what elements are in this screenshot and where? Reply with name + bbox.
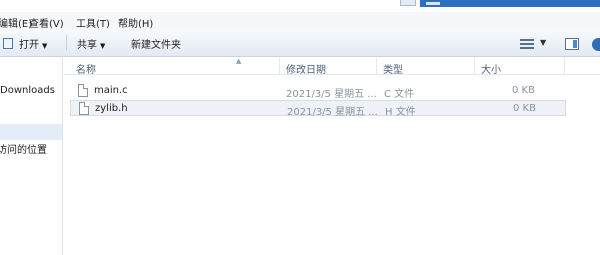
window-frame-button[interactable] — [400, 0, 416, 6]
column-size[interactable]: 大小 — [481, 61, 501, 76]
menu-tools[interactable]: 工具(T) — [76, 15, 110, 30]
column-divider[interactable] — [564, 58, 565, 75]
nav-item-recent-places[interactable]: 访问的位置 — [0, 141, 47, 156]
file-type: C 文件 — [384, 89, 415, 100]
menu-view[interactable]: 查看(V) — [29, 15, 64, 30]
nav-selection — [0, 124, 62, 140]
c-file-icon — [78, 84, 88, 97]
file-row[interactable]: main.c 2021/3/5 星期五 ... C 文件 0 KB — [70, 83, 566, 100]
sort-indicator-icon: ▲ — [236, 57, 242, 65]
h-file-icon — [79, 102, 89, 115]
new-folder-button[interactable]: 新建文件夹 — [131, 36, 181, 51]
column-header-row: ▲ 名称 修改日期 类型 大小 — [64, 57, 600, 76]
file-type: H 文件 — [385, 107, 416, 118]
preview-pane-icon[interactable] — [565, 38, 579, 50]
menu-edit[interactable]: 编辑(E) — [0, 15, 32, 30]
file-row-selected[interactable]: zylib.h 2021/3/5 星期五 ... H 文件 0 KB — [70, 100, 566, 118]
window-title-region — [420, 0, 600, 7]
toolbar-divider — [66, 35, 67, 51]
open-button[interactable]: 打开 ▼ — [19, 36, 47, 51]
nav-item-downloads[interactable]: Downloads — [0, 85, 55, 96]
help-icon[interactable] — [592, 38, 600, 51]
file-size: 0 KB — [513, 103, 536, 114]
column-name[interactable]: 名称 — [76, 61, 96, 76]
column-divider[interactable] — [279, 58, 280, 75]
chevron-down-icon[interactable]: ▼ — [540, 38, 546, 47]
navigation-pane: Downloads 访问的位置 — [0, 58, 63, 255]
file-name: main.c — [94, 85, 128, 96]
column-type[interactable]: 类型 — [383, 61, 403, 76]
column-divider[interactable] — [376, 58, 377, 75]
view-options-icon[interactable] — [520, 39, 534, 49]
open-icon — [3, 38, 13, 49]
chevron-down-icon: ▼ — [42, 42, 48, 50]
menu-bar: 编辑(E) 查看(V) 工具(T) 帮助(H) — [0, 12, 600, 30]
menu-help[interactable]: 帮助(H) — [118, 15, 153, 30]
column-divider[interactable] — [474, 58, 475, 75]
column-date-modified[interactable]: 修改日期 — [286, 61, 326, 76]
open-label: 打开 — [19, 40, 39, 51]
share-button[interactable]: 共享 ▼ — [77, 36, 105, 51]
file-date-modified: 2021/3/5 星期五 ... — [286, 89, 377, 100]
file-size: 0 KB — [512, 85, 535, 96]
window-top-strip — [0, 0, 600, 12]
file-date-modified: 2021/3/5 星期五 ... — [287, 107, 378, 118]
file-name: zylib.h — [95, 103, 128, 114]
share-label: 共享 — [77, 40, 97, 51]
chevron-down-icon: ▼ — [100, 42, 106, 50]
command-bar: 打开 ▼ 共享 ▼ 新建文件夹 ▼ — [0, 30, 600, 57]
